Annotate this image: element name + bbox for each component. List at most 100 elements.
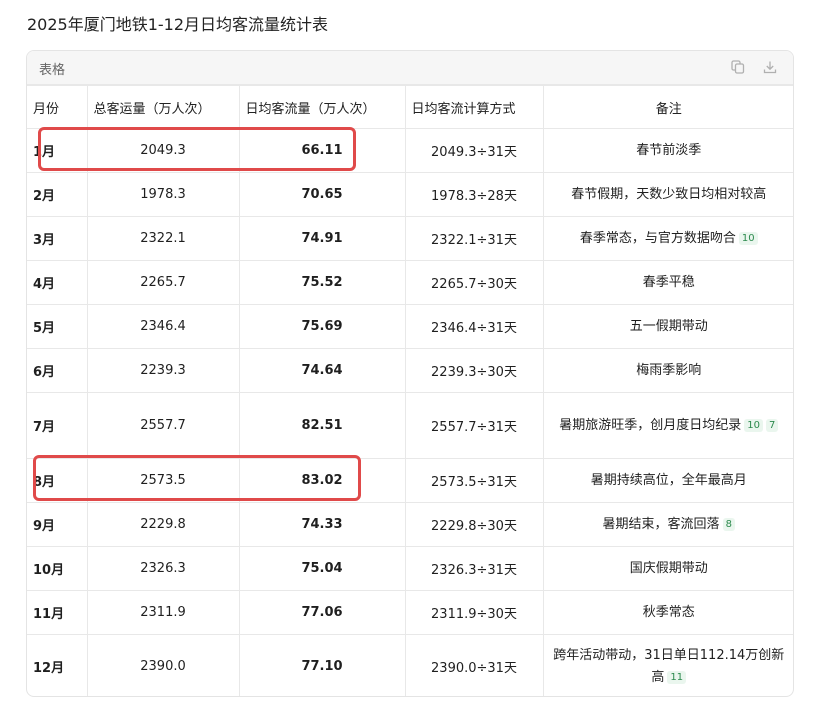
note-text: 暑期结束，客流回落 <box>602 516 720 532</box>
cell-daily: 74.91 <box>238 216 406 261</box>
note-text: 春季常态，与官方数据吻合 <box>579 230 736 246</box>
table-row: 7月 2557.7 82.51 2557.7÷31天 暑期旅游旺季，创月度日均纪录 10 7 <box>27 392 793 459</box>
cell-month: 3月 <box>27 216 88 261</box>
cell-month: 8月 <box>27 458 88 503</box>
header-total: 总客运量（万人次） <box>86 85 240 129</box>
cell-daily: 74.33 <box>238 502 406 547</box>
cell-total: 2049.3 <box>86 128 240 173</box>
cell-month: 1月 <box>27 128 88 173</box>
cell-daily: 66.11 <box>238 128 406 173</box>
table-row: 9月 2229.8 74.33 2229.8÷30天 暑期结束，客流回落 8 <box>27 502 793 547</box>
cell-note: 秋季常态 <box>542 590 793 635</box>
note-text: 暑期持续高位，全年最高月 <box>590 472 747 488</box>
cell-total: 1978.3 <box>86 172 240 217</box>
cell-daily: 75.52 <box>238 260 406 305</box>
cell-month: 10月 <box>27 546 88 591</box>
cell-daily: 83.02 <box>238 458 406 503</box>
cell-calc: 2390.0÷31天 <box>404 634 544 696</box>
header-daily: 日均客流量（万人次） <box>238 85 406 129</box>
table-row: 12月 2390.0 77.10 2390.0÷31天 跨年活动带动，31日单日112.… <box>27 634 793 696</box>
table-row: 6月 2239.3 74.64 2239.3÷30天 梅雨季影响 <box>27 348 793 393</box>
cell-daily: 74.64 <box>238 348 406 393</box>
cell-total: 2229.8 <box>86 502 240 547</box>
cell-month: 6月 <box>27 348 88 393</box>
cell-calc: 2557.7÷31天 <box>404 392 544 459</box>
cell-month: 12月 <box>27 634 88 696</box>
cell-month: 7月 <box>27 392 88 459</box>
cell-calc: 2239.3÷30天 <box>404 348 544 393</box>
cell-calc: 2573.5÷31天 <box>404 458 544 503</box>
cell-note: 春节假期，天数少致日均相对较高 <box>542 172 793 217</box>
traffic-table: 月份 总客运量（万人次） 日均客流量（万人次） 日均客流计算方式 备注 1月 20… <box>27 85 793 696</box>
note-text: 秋季常态 <box>642 604 695 620</box>
header-month: 月份 <box>27 85 88 129</box>
table-header-row: 月份 总客运量（万人次） 日均客流量（万人次） 日均客流计算方式 备注 <box>27 85 793 129</box>
cell-daily: 70.65 <box>238 172 406 217</box>
copy-icon[interactable] <box>729 58 747 76</box>
page-title: 2025年厦门地铁1-12月日均客流量统计表 <box>27 15 329 34</box>
cell-total: 2573.5 <box>86 458 240 503</box>
note-text: 五一假期带动 <box>629 318 708 334</box>
cell-total: 2557.7 <box>86 392 240 459</box>
citation-badge[interactable]: 10 <box>744 418 763 432</box>
cell-total: 2346.4 <box>86 304 240 349</box>
cell-calc: 2049.3÷31天 <box>404 128 544 173</box>
cell-calc: 2346.4÷31天 <box>404 304 544 349</box>
cell-note: 跨年活动带动，31日单日112.14万创新高 11 <box>542 634 793 696</box>
download-icon[interactable] <box>761 58 779 76</box>
cell-note: 春季平稳 <box>542 260 793 305</box>
table-row: 5月 2346.4 75.69 2346.4÷31天 五一假期带动 <box>27 304 793 349</box>
cell-note: 暑期持续高位，全年最高月 <box>542 458 793 503</box>
cell-note: 暑期结束，客流回落 8 <box>542 502 793 547</box>
note-text: 暑期旅游旺季，创月度日均纪录 <box>559 417 742 433</box>
cell-total: 2322.1 <box>86 216 240 261</box>
cell-month: 9月 <box>27 502 88 547</box>
cell-total: 2326.3 <box>86 546 240 591</box>
table-row: 4月 2265.7 75.52 2265.7÷30天 春季平稳 <box>27 260 793 305</box>
cell-note: 梅雨季影响 <box>542 348 793 393</box>
table-card-header: 表格 <box>27 51 793 85</box>
cell-daily: 75.04 <box>238 546 406 591</box>
table-row: 10月 2326.3 75.04 2326.3÷31天 国庆假期带动 <box>27 546 793 591</box>
cell-month: 11月 <box>27 590 88 635</box>
header-calc: 日均客流计算方式 <box>404 85 544 129</box>
cell-daily: 77.10 <box>238 634 406 696</box>
citation-badge[interactable]: 10 <box>738 231 758 245</box>
note-text: 国庆假期带动 <box>629 560 708 576</box>
cell-total: 2239.3 <box>86 348 240 393</box>
cell-total: 2390.0 <box>86 634 240 696</box>
note-text: 春节假期，天数少致日均相对较高 <box>571 186 767 202</box>
table-row: 8月 2573.5 83.02 2573.5÷31天 暑期持续高位，全年最高月 <box>27 458 793 503</box>
table-card-label: 表格 <box>39 63 66 78</box>
citation-badge[interactable]: 11 <box>667 670 687 684</box>
table-row: 3月 2322.1 74.91 2322.1÷31天 春季常态，与官方数据吻合 10 <box>27 216 793 261</box>
cell-daily: 77.06 <box>238 590 406 635</box>
cell-daily: 82.51 <box>238 392 406 459</box>
note-text: 春季平稳 <box>642 274 695 290</box>
cell-month: 2月 <box>27 172 88 217</box>
cell-month: 4月 <box>27 260 88 305</box>
cell-calc: 2229.8÷30天 <box>404 502 544 547</box>
cell-daily: 75.69 <box>238 304 406 349</box>
cell-month: 5月 <box>27 304 88 349</box>
cell-calc: 1978.3÷28天 <box>404 172 544 217</box>
note-text: 梅雨季影响 <box>636 362 702 378</box>
citation-badge[interactable]: 8 <box>722 517 735 531</box>
note-text: 春节前淡季 <box>636 142 702 158</box>
table-row: 2月 1978.3 70.65 1978.3÷28天 春节假期，天数少致日均相对较高 <box>27 172 793 217</box>
cell-calc: 2265.7÷30天 <box>404 260 544 305</box>
cell-calc: 2311.9÷30天 <box>404 590 544 635</box>
table-row: 11月 2311.9 77.06 2311.9÷30天 秋季常态 <box>27 590 793 635</box>
cell-note: 春节前淡季 <box>542 128 793 173</box>
table-row: 1月 2049.3 66.11 2049.3÷31天 春节前淡季 <box>27 128 793 173</box>
cell-note: 暑期旅游旺季，创月度日均纪录 10 7 <box>542 392 793 459</box>
cell-note: 五一假期带动 <box>542 304 793 349</box>
cell-calc: 2326.3÷31天 <box>404 546 544 591</box>
cell-total: 2265.7 <box>86 260 240 305</box>
table-card: 表格 月份 总客运量（万人次） 日均客流量（万人次） 日均客流计算方式 备注 1… <box>26 50 794 697</box>
cell-note: 国庆假期带动 <box>542 546 793 591</box>
header-note: 备注 <box>542 85 793 129</box>
cell-note: 春季常态，与官方数据吻合 10 <box>542 216 793 261</box>
citation-badge[interactable]: 7 <box>765 418 779 432</box>
cell-total: 2311.9 <box>86 590 240 635</box>
